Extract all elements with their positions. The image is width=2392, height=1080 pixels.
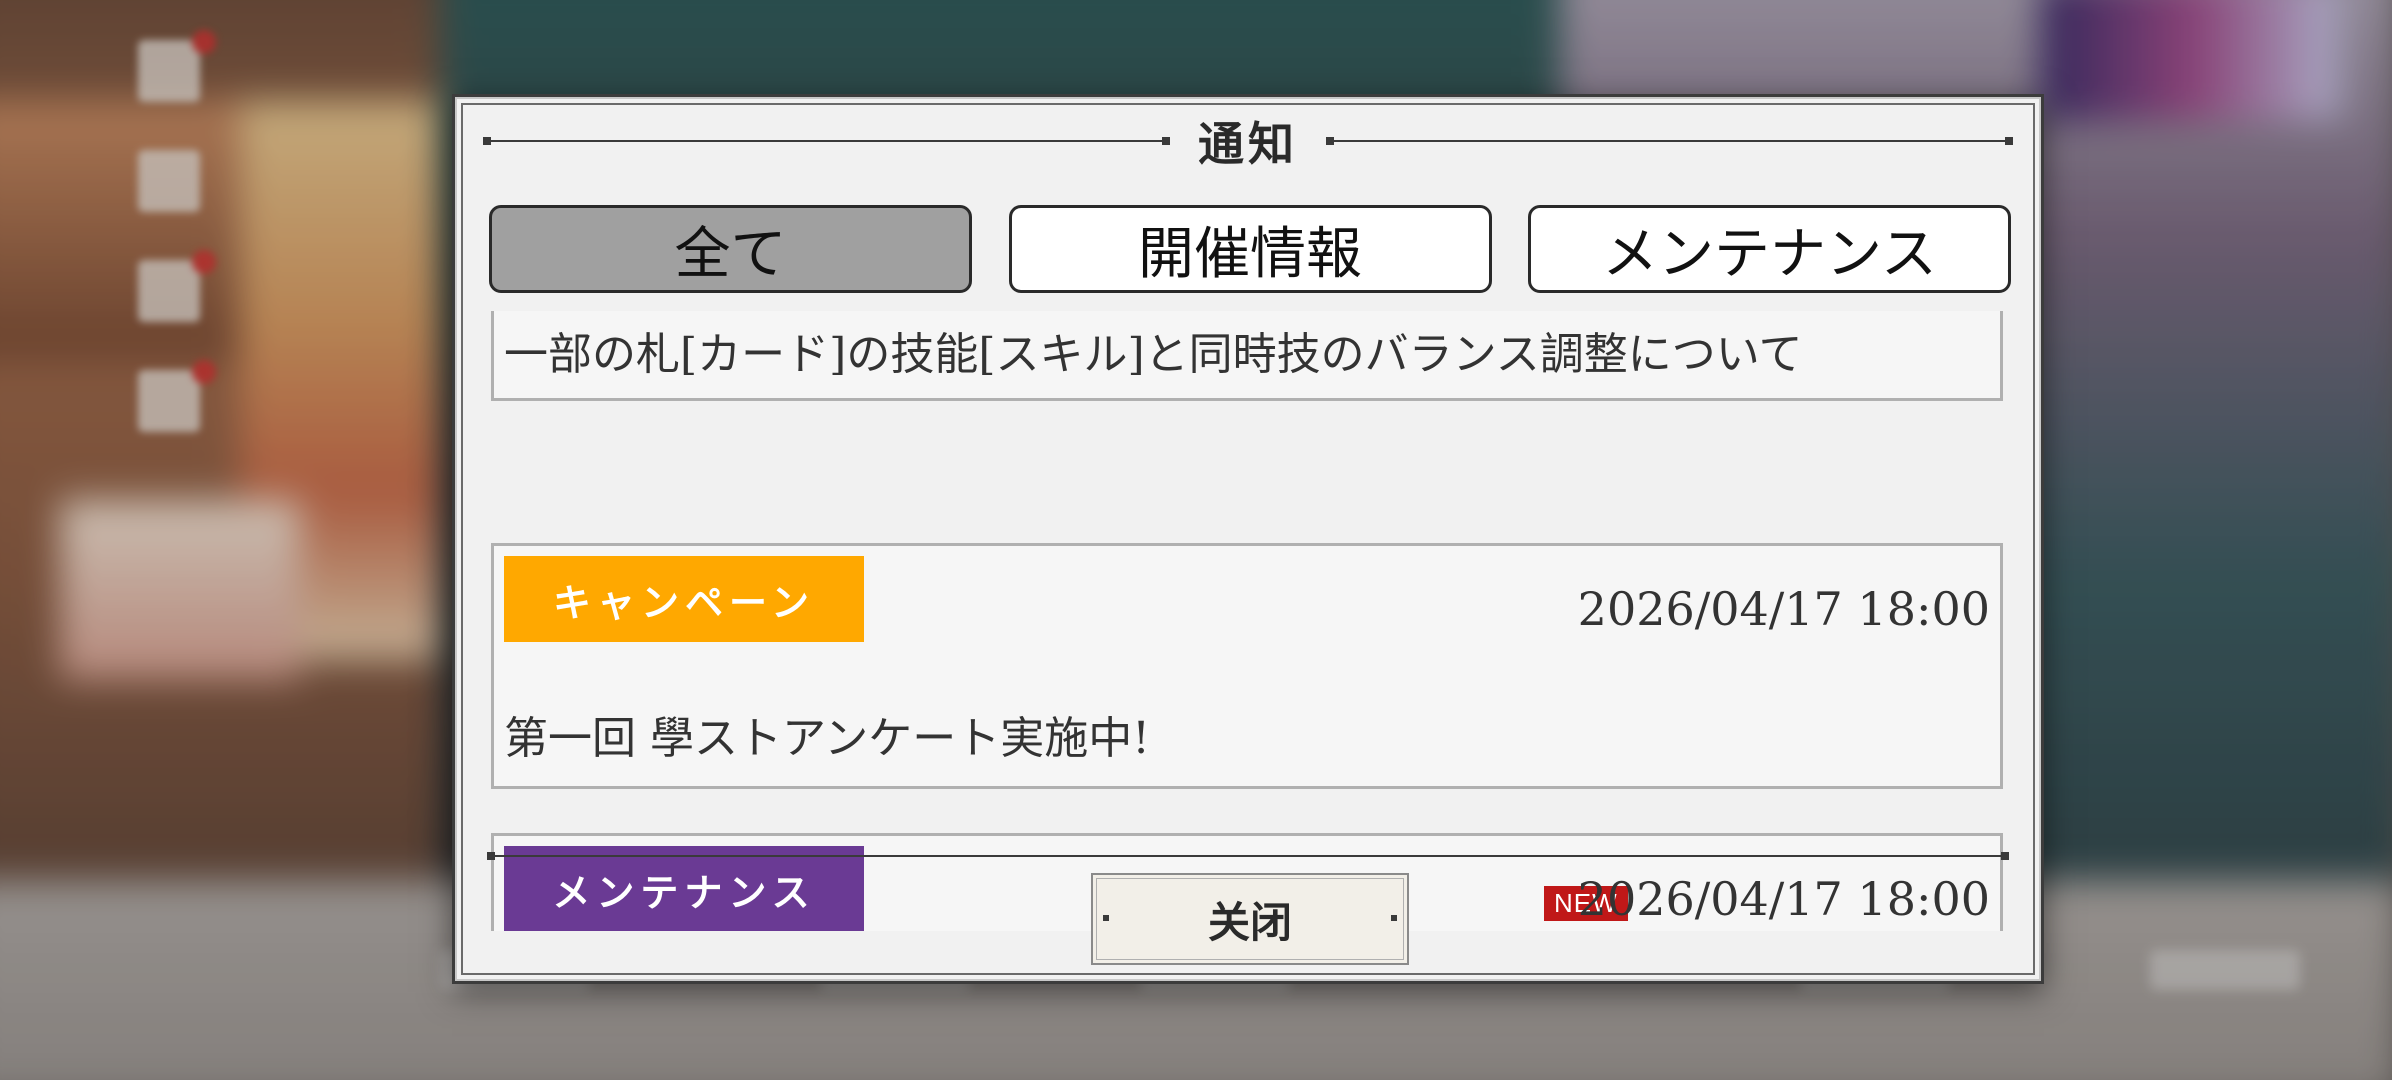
notice-title: 一部の札[カード]の技能[スキル]と同時技のバランス調整について — [504, 329, 1803, 380]
footer-divider — [487, 852, 2009, 860]
button-ornament — [1391, 915, 1397, 921]
notice-date: 2026/04/17 18:00 — [1577, 872, 1990, 926]
notice-card[interactable]: 一部の札[カード]の技能[スキル]と同時技のバランス調整について — [491, 311, 2003, 401]
notice-dialog: 通知 全て 開催情報 メンテナンス 一部の札[カード]の技能[スキル]と同時技の… — [452, 94, 2044, 984]
notice-date: 2026/04/17 18:00 — [1577, 582, 1990, 636]
tab-event-info[interactable]: 開催情報 — [1008, 205, 1492, 293]
dialog-title: 通知 — [1198, 117, 1298, 171]
dialog-header: 通知 — [483, 113, 2013, 171]
category-badge-campaign: キャンペーン — [504, 556, 864, 642]
notice-list[interactable]: 一部の札[カード]の技能[スキル]と同時技のバランス調整について キャンペーン … — [491, 311, 2011, 931]
close-button-label: 关闭 — [1207, 897, 1292, 947]
title-divider-left — [483, 137, 1170, 145]
notice-tabs: 全て 開催情報 メンテナンス — [489, 205, 2011, 293]
tab-all[interactable]: 全て — [489, 205, 972, 293]
tab-maintenance[interactable]: メンテナンス — [1528, 205, 2011, 293]
notice-title: 第一回 學ストアンケート実施中! — [504, 713, 1150, 764]
title-divider-right — [1326, 137, 2013, 145]
notice-card[interactable]: キャンペーン 2026/04/17 18:00 第一回 學ストアンケート実施中! — [491, 543, 2003, 789]
category-badge-maintenance: メンテナンス — [504, 846, 864, 931]
close-button[interactable]: 关闭 — [1091, 873, 1409, 965]
button-ornament — [1103, 915, 1109, 921]
